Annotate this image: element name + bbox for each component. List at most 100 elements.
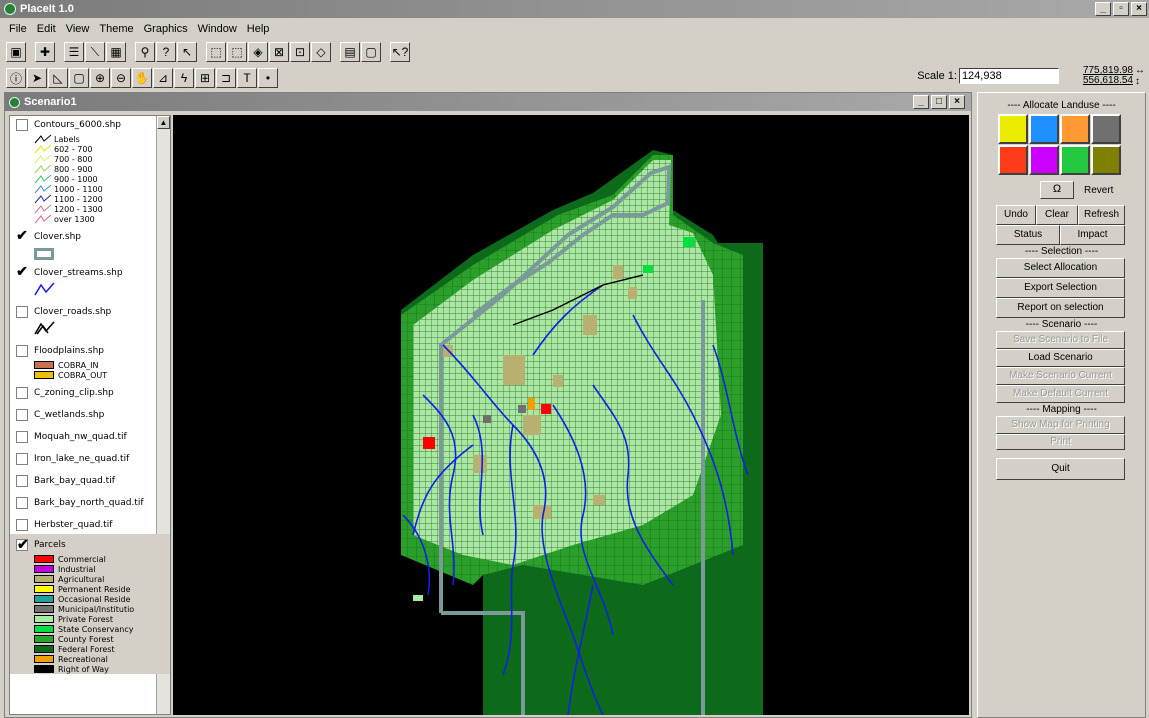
zoom-out-fixed-icon[interactable]: ⊡ <box>290 42 310 62</box>
save-scenario-button[interactable]: Save Scenario to File <box>996 331 1125 349</box>
save-icon[interactable]: ▣ <box>6 42 26 62</box>
landuse-swatch-yellow[interactable] <box>998 114 1028 144</box>
pan-icon[interactable]: ✋ <box>132 68 152 88</box>
layer-item[interactable]: Bark_bay_quad.tif <box>10 472 170 490</box>
menu-window[interactable]: Window <box>193 23 242 35</box>
make-default-current-button[interactable]: Make Default Current <box>996 385 1125 403</box>
measure-icon[interactable]: ⊿ <box>153 68 173 88</box>
layer-item[interactable]: ✔ Clover_streams.shp <box>10 264 170 299</box>
zoom-in-icon[interactable]: ⊕ <box>90 68 110 88</box>
layer-item[interactable]: Moquah_nw_quad.tif <box>10 428 170 446</box>
revert-button[interactable]: Ω <box>1040 181 1074 199</box>
print-button[interactable]: Print <box>996 434 1125 450</box>
table-of-contents[interactable]: ▲ Contours_6000.shp Labels 602 - 700 700 -… <box>9 115 171 715</box>
zoom-in-fixed-icon[interactable]: ⊠ <box>269 42 289 62</box>
layer-checkbox[interactable] <box>16 409 28 421</box>
layer-checkbox[interactable] <box>16 345 28 357</box>
menu-edit[interactable]: Edit <box>32 23 61 35</box>
export-selection-button[interactable]: Export Selection <box>996 278 1125 298</box>
layer-checkbox[interactable]: ✔ <box>16 537 29 551</box>
zoom-active-icon[interactable]: ⬚ <box>227 42 247 62</box>
vertex-edit-icon[interactable]: ◺ <box>48 68 68 88</box>
layer-checkbox[interactable] <box>16 475 28 487</box>
menu-file[interactable]: File <box>4 23 32 35</box>
layer-checkbox[interactable]: ✔ <box>16 228 28 243</box>
status-button[interactable]: Status <box>996 225 1060 245</box>
refresh-button[interactable]: Refresh <box>1078 205 1125 225</box>
landuse-swatch-red[interactable] <box>998 145 1028 175</box>
help-icon[interactable]: ↖? <box>390 42 410 62</box>
map-canvas[interactable] <box>173 115 969 715</box>
impact-button[interactable]: Impact <box>1060 225 1125 245</box>
layer-checkbox[interactable] <box>16 306 28 318</box>
zoom-full-icon[interactable]: ⬚ <box>206 42 226 62</box>
zoom-previous-icon[interactable]: ◇ <box>311 42 331 62</box>
layer-item[interactable]: ✔ Clover.shp <box>10 228 170 260</box>
layer-item[interactable]: Herbster_quad.tif <box>10 516 170 534</box>
draw-point-icon[interactable]: • <box>258 68 278 88</box>
menu-view[interactable]: View <box>61 23 95 35</box>
find-icon[interactable]: ⚲ <box>135 42 155 62</box>
edit-legend-icon[interactable]: ⟍ <box>85 42 105 62</box>
report-selection-button[interactable]: Report on selection <box>996 298 1125 318</box>
table-icon[interactable]: ▦ <box>106 42 126 62</box>
scale-input[interactable] <box>958 68 1059 84</box>
layer-item[interactable]: Iron_lake_ne_quad.tif <box>10 450 170 468</box>
menu-help[interactable]: Help <box>242 23 275 35</box>
show-map-printing-button[interactable]: Show Map for Printing <box>996 416 1125 434</box>
layer-checkbox[interactable] <box>16 453 28 465</box>
landuse-swatch-gray[interactable] <box>1091 114 1121 144</box>
landuse-swatch-orange[interactable] <box>1060 114 1090 144</box>
map-view[interactable] <box>173 115 969 715</box>
properties-icon[interactable]: ☰ <box>64 42 84 62</box>
hotlink-icon[interactable]: ↖ <box>177 42 197 62</box>
layer-checkbox[interactable] <box>16 387 28 399</box>
layer-item[interactable]: Floodplains.shp COBRA_IN COBRA_OUT <box>10 342 170 380</box>
select-feature-icon[interactable]: ▢ <box>69 68 89 88</box>
text-icon[interactable]: T <box>237 68 257 88</box>
zoom-selected-icon[interactable]: ◈ <box>248 42 268 62</box>
select-by-theme-icon[interactable]: ▤ <box>340 42 360 62</box>
query-icon[interactable]: ? <box>156 42 176 62</box>
layer-checkbox[interactable] <box>16 519 28 531</box>
layer-checkbox[interactable] <box>16 119 28 131</box>
select-allocation-button[interactable]: Select Allocation <box>996 258 1125 278</box>
layer-item[interactable]: Bark_bay_north_quad.tif <box>10 494 170 512</box>
scenario-close-button[interactable]: × <box>949 95 965 109</box>
hotlink-tool-icon[interactable]: ϟ <box>174 68 194 88</box>
layer-item[interactable]: C_wetlands.shp <box>10 406 170 424</box>
quit-button[interactable]: Quit <box>996 458 1125 480</box>
label-icon[interactable]: ⊐ <box>216 68 236 88</box>
zoom-out-icon[interactable]: ⊖ <box>111 68 131 88</box>
landuse-swatch-olive[interactable] <box>1091 145 1121 175</box>
minimize-button[interactable]: _ <box>1095 2 1111 16</box>
undo-button[interactable]: Undo <box>996 205 1036 225</box>
layer-checkbox[interactable] <box>16 497 28 509</box>
clear-selection-icon[interactable]: ▢ <box>361 42 381 62</box>
menu-theme[interactable]: Theme <box>94 23 138 35</box>
close-button[interactable]: × <box>1131 2 1147 16</box>
landuse-swatch-green[interactable] <box>1060 145 1090 175</box>
layer-contours[interactable]: Contours_6000.shp Labels 602 - 700 700 - 8… <box>10 116 170 224</box>
legend-label: Permanent Reside <box>58 584 131 594</box>
layer-checkbox[interactable]: ✔ <box>16 264 28 279</box>
identify-icon[interactable]: ⓘ <box>6 68 26 88</box>
menu-graphics[interactable]: Graphics <box>139 23 193 35</box>
landuse-swatch-purple[interactable] <box>1029 145 1059 175</box>
layer-item[interactable]: Clover_roads.shp <box>10 303 170 338</box>
landuse-swatch-blue[interactable] <box>1029 114 1059 144</box>
scenario-minimize-button[interactable]: _ <box>913 95 929 109</box>
pointer-icon[interactable]: ➤ <box>27 68 47 88</box>
area-of-interest-icon[interactable]: ⊞ <box>195 68 215 88</box>
clear-button[interactable]: Clear <box>1036 205 1078 225</box>
layer-parcels[interactable]: ✔ Parcels Commercial Industrial Agricultur… <box>10 534 170 674</box>
layer-checkbox[interactable] <box>16 431 28 443</box>
layer-item[interactable]: C_zoning_clip.shp <box>10 384 170 402</box>
boundary-symbol <box>34 248 54 260</box>
parcel-legend-item: Federal Forest <box>16 644 170 654</box>
maximize-button[interactable]: ▫ <box>1113 2 1129 16</box>
scenario-maximize-button[interactable]: □ <box>931 95 947 109</box>
make-scenario-current-button[interactable]: Make Scenario Current <box>996 367 1125 385</box>
add-theme-icon[interactable]: ✚ <box>35 42 55 62</box>
load-scenario-button[interactable]: Load Scenario <box>996 349 1125 367</box>
